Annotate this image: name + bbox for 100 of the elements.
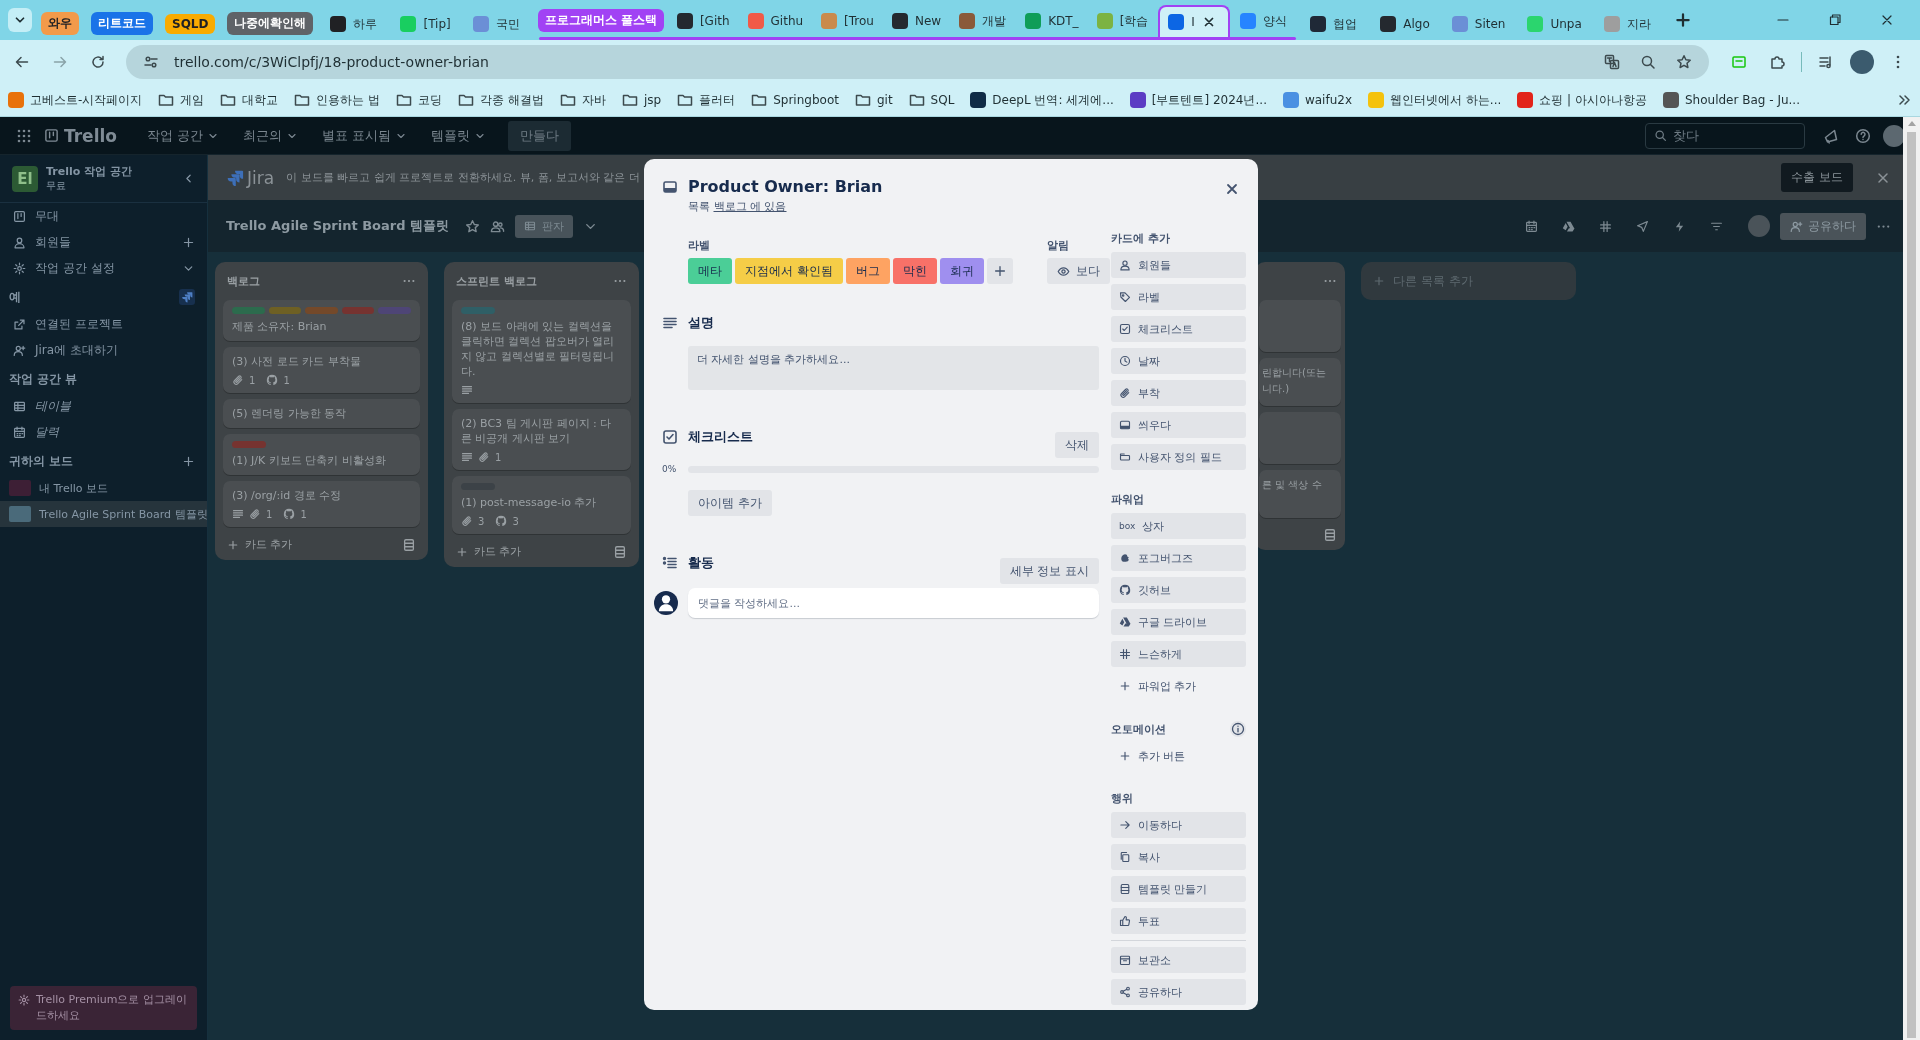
- add-label-button[interactable]: [986, 258, 1013, 284]
- browser-tab[interactable]: 양식: [1232, 5, 1297, 37]
- visibility-icon[interactable]: [490, 218, 506, 234]
- nav-menu[interactable]: 작업 공간: [139, 126, 228, 145]
- nav-menu[interactable]: 템플릿: [423, 126, 495, 145]
- send-icon[interactable]: [1636, 219, 1649, 233]
- browser-tab[interactable]: 지라: [1595, 8, 1660, 40]
- megaphone-icon[interactable]: [1823, 127, 1839, 144]
- sidebar-button[interactable]: 날짜: [1111, 348, 1246, 374]
- address-bar[interactable]: trello.com/c/3WiClpfj/18-product-owner-brian: [126, 45, 1709, 79]
- browser-tab[interactable]: Githu: [739, 5, 812, 37]
- upgrade-banner[interactable]: Trello Premium으로 업그레이드하세요: [10, 986, 197, 1030]
- scrollbar[interactable]: [1903, 117, 1920, 1040]
- add-button[interactable]: 추가 버튼: [1111, 743, 1246, 769]
- more-bookmarks-icon[interactable]: [1896, 92, 1912, 108]
- label-chip[interactable]: 버그: [845, 258, 890, 284]
- bookmark[interactable]: SQL: [908, 92, 955, 108]
- browser-tab[interactable]: Unpa: [1519, 8, 1590, 40]
- sidebar-item[interactable]: Jira에 초대하기: [0, 337, 207, 363]
- label-chip[interactable]: 메타: [688, 258, 732, 284]
- browser-tab[interactable]: Siten: [1443, 8, 1514, 40]
- tab-group-chip[interactable]: 와우: [41, 12, 79, 35]
- new-tab-button[interactable]: [1673, 11, 1692, 29]
- nav-menu[interactable]: 별표 표시됨: [314, 126, 416, 145]
- bookmark[interactable]: DeepL 번역: 세계에...: [970, 91, 1114, 109]
- browser-tab[interactable]: 하루: [322, 8, 387, 40]
- sidebar-item[interactable]: 회원들: [0, 229, 207, 255]
- triangle-icon[interactable]: [1562, 219, 1575, 233]
- hash-icon[interactable]: [1599, 219, 1612, 233]
- bookmark[interactable]: Springboot: [751, 92, 839, 108]
- comment-field[interactable]: 댓글을 작성하세요...: [688, 588, 1099, 618]
- calendar-icon[interactable]: [1525, 219, 1538, 233]
- sidebar-button[interactable]: 회원들: [1111, 252, 1246, 278]
- list-title[interactable]: 스프린트 백로그: [456, 273, 537, 289]
- add-power-up-button[interactable]: 파워업 추가: [1111, 673, 1246, 699]
- browser-tab[interactable]: [Trou: [813, 5, 882, 37]
- bookmark[interactable]: 대학교: [220, 91, 279, 109]
- profile-avatar[interactable]: [1850, 50, 1874, 74]
- sidebar-button[interactable]: 부착: [1111, 380, 1246, 406]
- bookmark[interactable]: Shoulder Bag - Ju...: [1662, 92, 1800, 108]
- card[interactable]: (2) BC3 팀 게시판 페이지 : 다른 비공개 게시판 보기 1: [452, 409, 631, 470]
- sidebar-button[interactable]: 보관소: [1111, 947, 1246, 973]
- tab-group-chip[interactable]: 나중에확인해: [227, 12, 314, 35]
- card-title[interactable]: Product Owner: Brian: [688, 177, 1099, 197]
- sidebar-item[interactable]: 무대: [0, 203, 207, 229]
- list-title[interactable]: 백로그: [227, 273, 260, 289]
- template-icon[interactable]: [402, 537, 416, 552]
- info-icon[interactable]: [1230, 721, 1246, 737]
- sidebar-button[interactable]: 느슨하게: [1111, 641, 1246, 667]
- card[interactable]: (8) 보드 아래에 있는 컬렉션을 클릭하면 컬렉션 팝오버가 열리지 않고 컬렉션별로 필터링됩니다.: [452, 300, 631, 403]
- tab-group-chip[interactable]: 리트코드: [91, 12, 153, 35]
- browser-tab[interactable]: [Tip]: [392, 8, 459, 40]
- browser-tab[interactable]: KDT_: [1017, 5, 1087, 37]
- sidebar-button[interactable]: 이동하다: [1111, 812, 1246, 838]
- bookmark[interactable]: git: [854, 92, 893, 108]
- list-link[interactable]: 백로그 에 있음: [713, 200, 787, 213]
- board-title[interactable]: Trello Agile Sprint Board 템플릿: [226, 217, 450, 235]
- bookmark[interactable]: 각종 해결법: [458, 91, 544, 109]
- sidebar-item[interactable]: 작업 공간 설정: [0, 255, 207, 281]
- bookmark[interactable]: 고베스트-시작페이지: [8, 91, 143, 109]
- bookmark[interactable]: 인용하는 법: [294, 91, 381, 109]
- nav-menu[interactable]: 최근의: [235, 126, 307, 145]
- template-icon[interactable]: [1323, 528, 1337, 542]
- apps-icon[interactable]: [16, 127, 32, 144]
- sidebar-button[interactable]: 구글 드라이브: [1111, 609, 1246, 635]
- card[interactable]: (5) 렌더링 가능한 동작: [223, 399, 420, 428]
- sidebar-item[interactable]: 테이블: [0, 393, 207, 419]
- browser-tab[interactable]: [학습: [1088, 5, 1157, 37]
- sidebar-button[interactable]: 투표: [1111, 908, 1246, 934]
- search-field[interactable]: 찾다: [1645, 122, 1805, 149]
- bookmark[interactable]: [부트텐트] 2024년...: [1129, 91, 1267, 109]
- browser-tab[interactable]: I: [1158, 5, 1231, 37]
- card[interactable]: 른 및 색상 수: [1259, 470, 1341, 518]
- bookmark[interactable]: 웹인터넷에서 하는...: [1368, 91, 1502, 109]
- card[interactable]: (3) /org/:id 경로 수정 1 1: [223, 481, 420, 527]
- show-details-button[interactable]: 세부 정보 표시: [999, 558, 1099, 584]
- create-button[interactable]: 만들다: [508, 120, 572, 151]
- sidebar-button[interactable]: 씌우다: [1111, 412, 1246, 438]
- board-item[interactable]: Trello Agile Sprint Board 템플릿: [0, 501, 207, 527]
- sidebar-button[interactable]: 공유하다: [1111, 979, 1246, 1005]
- sidebar-button[interactable]: 라벨: [1111, 284, 1246, 310]
- delete-button[interactable]: 삭제: [1055, 432, 1099, 458]
- bookmark[interactable]: 쇼핑 | 아시아나항공: [1517, 91, 1647, 109]
- sidebar-button[interactable]: 포그버그즈: [1111, 545, 1246, 571]
- tab-search-button[interactable]: [8, 8, 32, 32]
- bookmark[interactable]: 플러터: [677, 91, 736, 109]
- tab-group-chip[interactable]: SQLD: [165, 13, 216, 34]
- watch-button[interactable]: 보다: [1046, 258, 1110, 284]
- sidebar-button[interactable]: 사용자 정의 필드: [1111, 444, 1246, 470]
- description-field[interactable]: 더 자세한 설명을 추가하세요...: [688, 346, 1099, 390]
- add-item-button[interactable]: 아이템 추가: [688, 490, 772, 516]
- browser-tab[interactable]: 국민: [464, 8, 529, 40]
- export-board-button[interactable]: 수출 보드: [1781, 163, 1853, 192]
- sidebar-button[interactable]: 템플릿 만들기: [1111, 876, 1246, 902]
- sidebar-item[interactable]: 연결된 프로젝트: [0, 311, 207, 337]
- browser-tab[interactable]: New: [884, 5, 950, 37]
- add-board-icon[interactable]: [182, 454, 195, 468]
- bookmark[interactable]: jsp: [622, 92, 662, 108]
- sidebar-button[interactable]: 복사: [1111, 844, 1246, 870]
- add-card-button[interactable]: 카드 추가: [227, 537, 293, 552]
